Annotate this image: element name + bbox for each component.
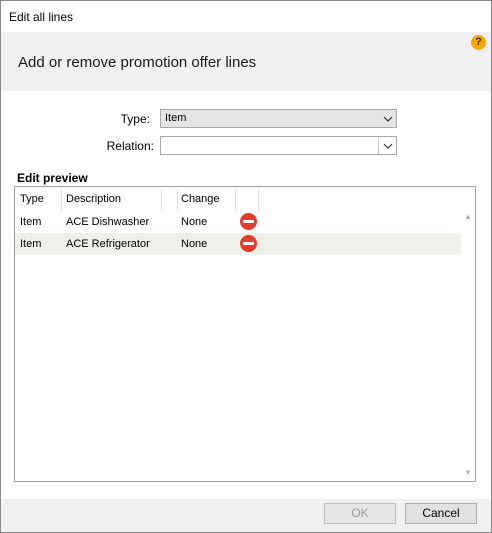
help-icon[interactable]: ?	[471, 35, 486, 50]
type-label: Type:	[120, 112, 150, 126]
edit-preview-grid[interactable]: Type Description Change Item ACE Dishwas…	[14, 186, 476, 482]
edit-all-lines-dialog: Edit all lines Add or remove promotion o…	[0, 0, 492, 533]
ok-button[interactable]: OK	[324, 503, 396, 524]
column-separator	[61, 189, 62, 211]
relation-dropdown[interactable]	[160, 136, 397, 155]
dialog-heading: Add or remove promotion offer lines	[18, 54, 257, 71]
scroll-up-icon[interactable]: ▲	[463, 213, 473, 221]
type-dropdown[interactable]: Item	[160, 109, 397, 128]
grid-header: Type Description Change	[15, 187, 461, 211]
remove-line-icon[interactable]	[240, 213, 257, 230]
column-header-type[interactable]: Type	[20, 193, 44, 205]
title-bar[interactable]: Edit all lines	[1, 1, 491, 32]
column-header-change[interactable]: Change	[181, 193, 220, 205]
edit-preview-label: Edit preview	[17, 171, 88, 185]
row-type: Item	[20, 216, 42, 228]
column-separator	[258, 189, 259, 211]
dialog-footer: OK Cancel	[1, 499, 491, 532]
chevron-down-icon	[379, 110, 396, 127]
column-separator	[235, 189, 236, 211]
vertical-scrollbar[interactable]: ▲ ▼	[461, 211, 475, 481]
table-row[interactable]: Item ACE Dishwasher None	[15, 211, 461, 233]
row-description: ACE Refrigerator	[66, 238, 150, 250]
column-header-description[interactable]: Description	[66, 193, 121, 205]
remove-line-icon[interactable]	[240, 235, 257, 252]
type-dropdown-value: Item	[165, 112, 187, 124]
scroll-down-icon[interactable]: ▼	[463, 469, 473, 477]
dialog-header: Add or remove promotion offer lines ?	[1, 32, 491, 91]
chevron-down-icon	[378, 137, 396, 154]
row-change: None	[181, 216, 208, 228]
cancel-button[interactable]: Cancel	[405, 503, 477, 524]
row-change: None	[181, 238, 208, 250]
relation-label: Relation:	[106, 139, 154, 153]
row-type: Item	[20, 238, 42, 250]
table-row[interactable]: Item ACE Refrigerator None	[15, 233, 461, 255]
window-title: Edit all lines	[9, 10, 74, 24]
column-separator	[161, 189, 162, 211]
row-description: ACE Dishwasher	[66, 216, 150, 228]
dialog-body: Type: Item Relation: Edit preview Type D…	[1, 91, 491, 499]
column-separator	[177, 189, 178, 211]
